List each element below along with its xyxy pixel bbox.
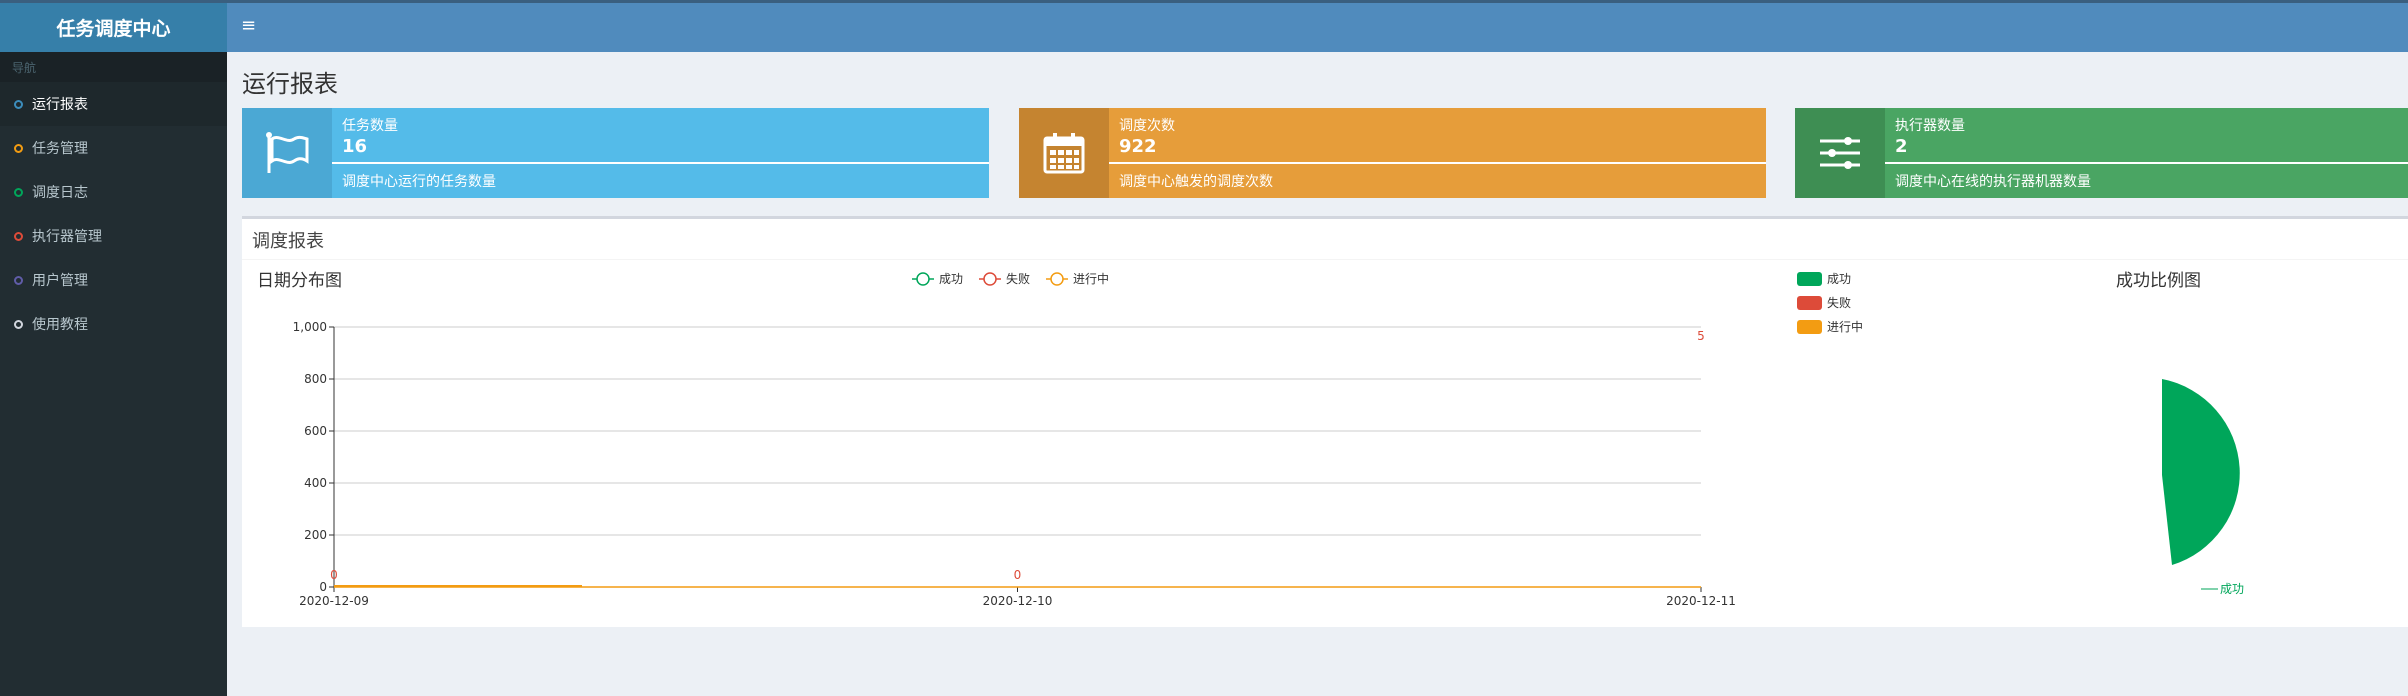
nav-header: 导航	[0, 52, 227, 82]
circle-icon	[14, 319, 23, 329]
menu-toggle-icon[interactable]: ≡	[241, 15, 256, 36]
sidebar-item-label: 运行报表	[32, 97, 88, 113]
sidebar-item-label: 执行器管理	[32, 229, 102, 245]
stat-progress-bar	[332, 162, 989, 164]
app-logo[interactable]: 任务调度中心	[0, 3, 227, 52]
report-title: 调度报表	[252, 231, 324, 252]
stat-description: 调度中心触发的调度次数	[1119, 174, 1273, 190]
stat-box-executors: 执行器数量 2 调度中心在线的执行器机器数量	[1795, 108, 2408, 198]
page-title: 运行报表	[242, 70, 338, 98]
sliders-icon	[1795, 108, 1885, 198]
circle-icon	[14, 99, 23, 109]
sidebar-item-label: 用户管理	[32, 273, 88, 289]
sidebar-item[interactable]: 使用教程	[0, 302, 227, 346]
stat-label: 调度次数	[1119, 118, 1175, 134]
sidebar-item[interactable]: 运行报表	[0, 82, 227, 126]
stat-box-tasks: 任务数量 16 调度中心运行的任务数量	[242, 108, 989, 198]
stat-box-triggers: 调度次数 922 调度中心触发的调度次数	[1019, 108, 1766, 198]
stat-progress-bar	[1109, 162, 1766, 164]
circle-icon	[14, 143, 23, 153]
stat-label: 执行器数量	[1895, 118, 1965, 134]
circle-icon	[14, 275, 23, 285]
stat-label: 任务数量	[342, 118, 398, 134]
stat-value: 16	[342, 136, 368, 157]
stat-description: 调度中心在线的执行器机器数量	[1895, 174, 2091, 190]
panel-divider	[242, 259, 2408, 260]
sidebar-item[interactable]: 调度日志	[0, 170, 227, 214]
circle-icon	[14, 187, 23, 197]
sidebar-item[interactable]: 执行器管理	[0, 214, 227, 258]
stat-description: 调度中心运行的任务数量	[342, 174, 496, 190]
sidebar-item-label: 使用教程	[32, 317, 88, 333]
flag-icon	[242, 108, 332, 198]
circle-icon	[14, 231, 23, 241]
report-panel: 调度报表	[242, 216, 2408, 627]
stat-value: 922	[1119, 136, 1157, 157]
sidebar-item[interactable]: 任务管理	[0, 126, 227, 170]
sidebar-item-label: 任务管理	[32, 141, 88, 157]
top-header: ≡	[227, 3, 2408, 52]
stat-value: 2	[1895, 136, 1908, 157]
stat-progress-bar	[1885, 162, 2408, 164]
calendar-icon	[1019, 108, 1109, 198]
nav-list: 运行报表任务管理调度日志执行器管理用户管理使用教程	[0, 82, 227, 346]
sidebar: 任务调度中心 导航 运行报表任务管理调度日志执行器管理用户管理使用教程	[0, 3, 227, 696]
sidebar-item[interactable]: 用户管理	[0, 258, 227, 302]
sidebar-item-label: 调度日志	[32, 185, 88, 201]
